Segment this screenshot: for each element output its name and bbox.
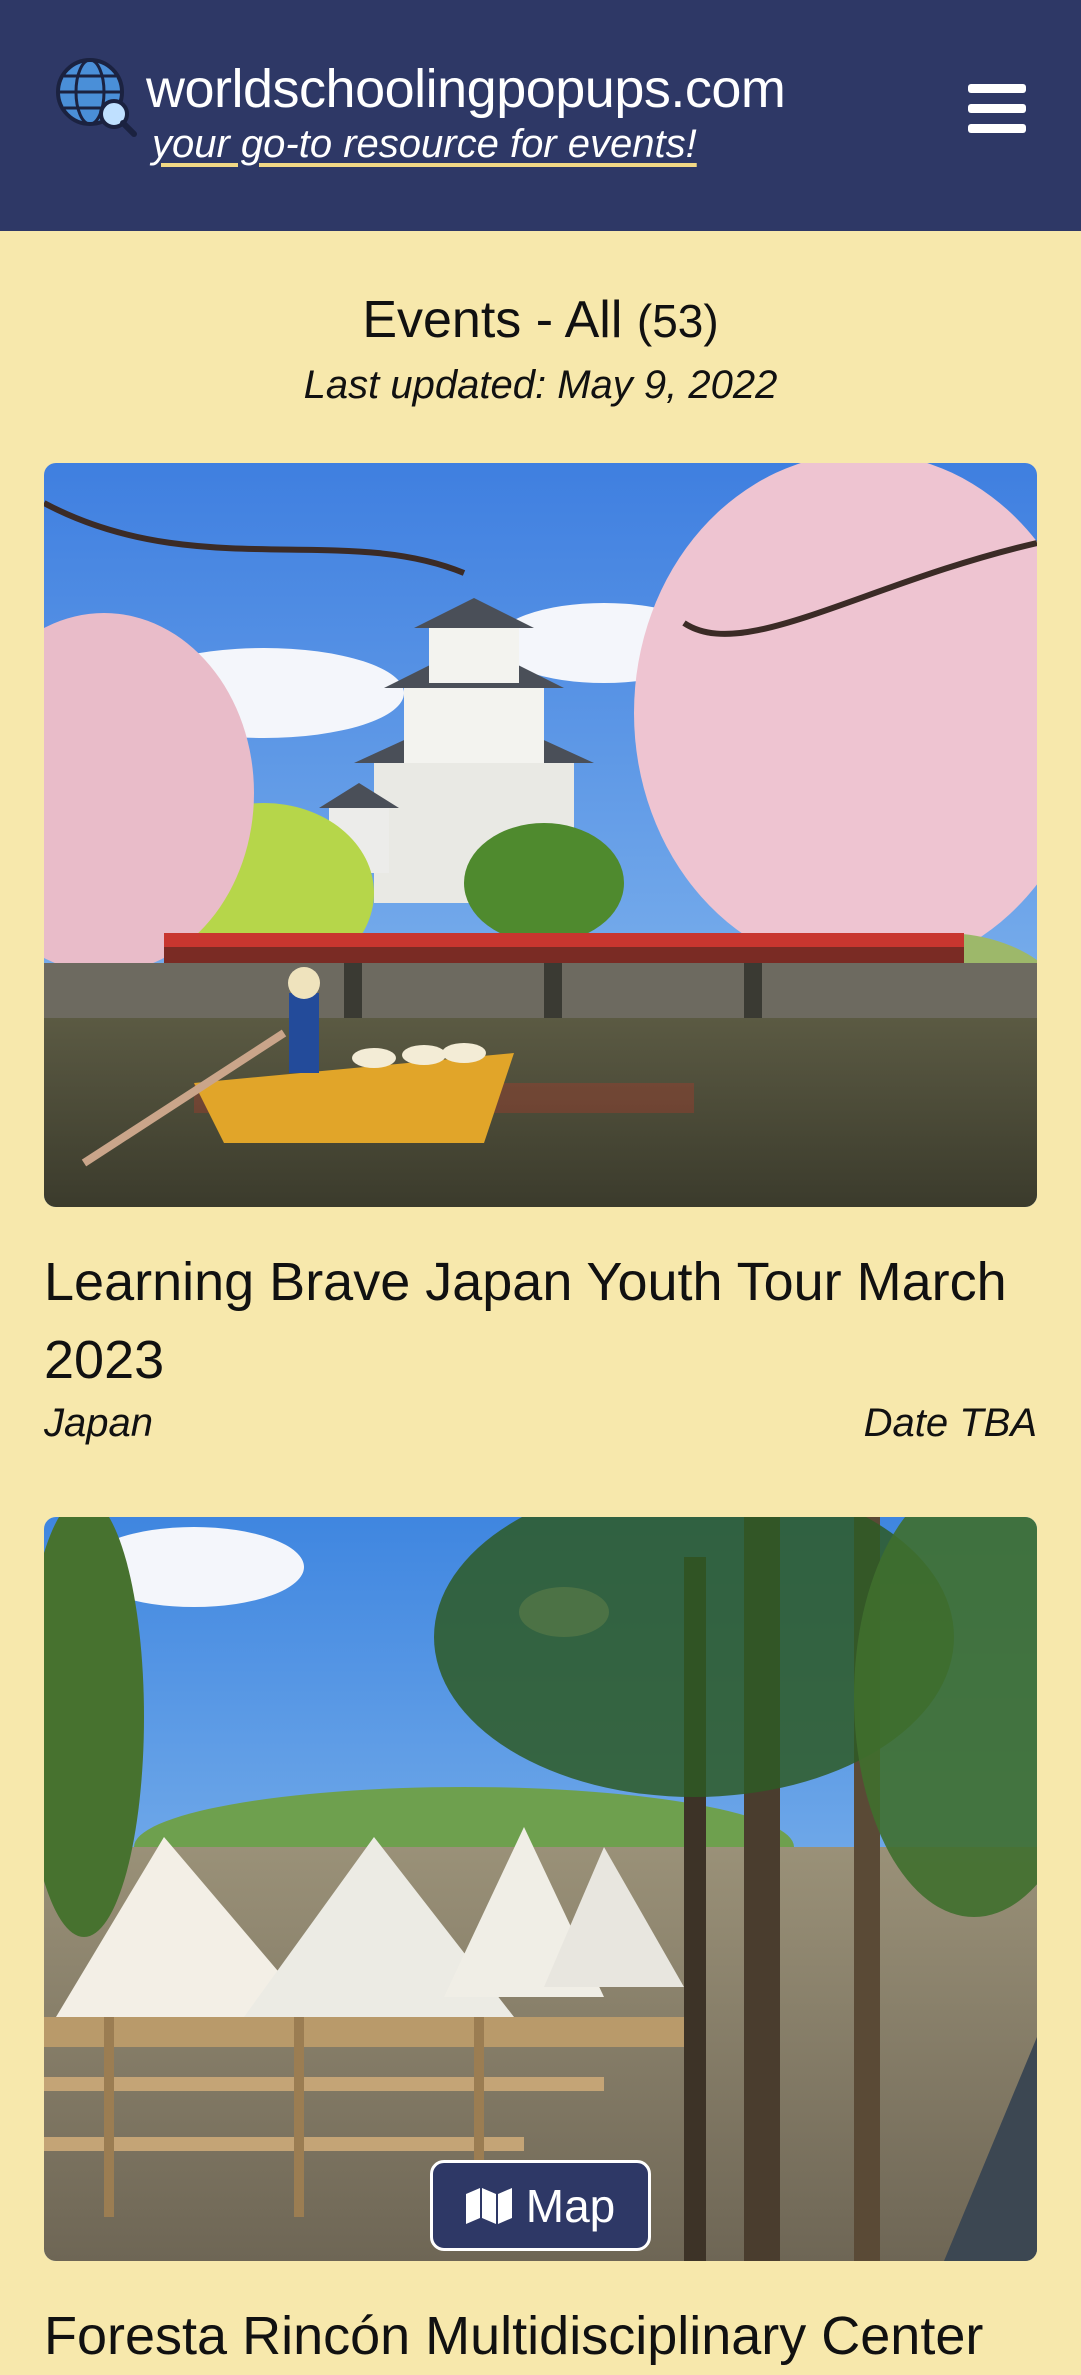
page-title: Events - All (53) xyxy=(0,290,1081,350)
event-image[interactable] xyxy=(44,1517,1037,2261)
event-card[interactable]: Learning Brave Japan Youth Tour March 20… xyxy=(44,463,1037,1446)
event-title[interactable]: Learning Brave Japan Youth Tour March 20… xyxy=(44,1243,1037,1399)
event-meta: Japan Date TBA xyxy=(44,1401,1037,1446)
globe-magnifier-icon[interactable] xyxy=(54,54,138,138)
last-updated: Last updated: May 9, 2022 xyxy=(303,363,778,407)
event-count: (53) xyxy=(636,295,719,347)
site-header: worldschoolingpopups.com your go-to reso… xyxy=(0,0,1081,231)
event-location: Japan xyxy=(44,1401,153,1445)
map-button-label: Map xyxy=(525,2179,616,2232)
map-button[interactable]: Map xyxy=(430,2160,651,2251)
event-title[interactable]: Foresta Rincón Multidisciplinary Center xyxy=(44,2297,1037,2375)
page-title-text: Events - All xyxy=(362,291,623,349)
map-icon xyxy=(465,2187,512,2224)
event-image[interactable] xyxy=(44,463,1037,1207)
site-tagline: your go-to resource for events! xyxy=(152,122,697,166)
hamburger-menu-icon[interactable] xyxy=(962,84,1032,144)
site-name[interactable]: worldschoolingpopups.com xyxy=(146,58,786,120)
event-date: Date TBA xyxy=(863,1401,1037,1445)
